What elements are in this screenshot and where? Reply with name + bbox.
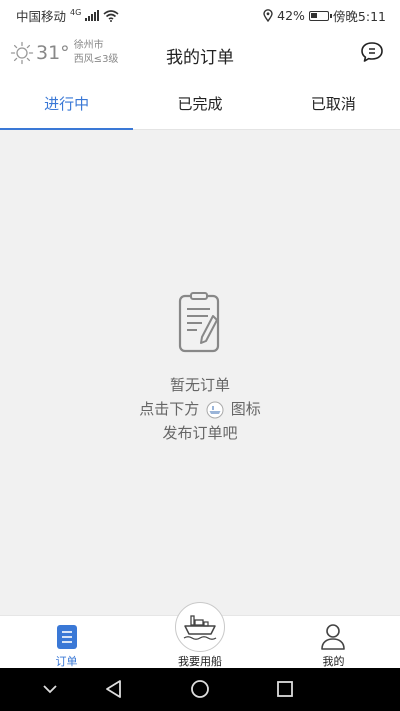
- hire-ship-button[interactable]: [175, 602, 225, 652]
- order-list-icon: [57, 625, 77, 649]
- user-icon: [321, 624, 345, 650]
- wifi-icon: [103, 9, 119, 22]
- chevron-down-icon[interactable]: [42, 683, 58, 695]
- back-triangle-icon[interactable]: [104, 679, 124, 699]
- nav-orders-label: 订单: [55, 655, 78, 668]
- battery-percent: 42%: [277, 8, 305, 23]
- empty-line-2-before: 点击下方: [139, 400, 200, 418]
- recents-square-icon[interactable]: [276, 680, 294, 698]
- empty-line-2: 点击下方 图标: [0, 397, 400, 421]
- nav-hire-ship-label: 我要用船: [178, 655, 222, 668]
- clock: 傍晚5:11: [332, 9, 386, 24]
- tab-completed[interactable]: 已完成: [133, 82, 266, 129]
- empty-message: 暂无订单 点击下方 图标 发布订单吧: [0, 373, 400, 445]
- system-navigation-bar: [0, 668, 400, 711]
- ship-icon: [183, 615, 217, 640]
- nav-orders[interactable]: 订单: [0, 616, 133, 669]
- chat-bubble-icon: [361, 42, 383, 62]
- nav-hire-ship[interactable]: 我要用船: [133, 602, 267, 669]
- ship-icon: [206, 401, 224, 418]
- empty-line-1: 暂无订单: [169, 376, 230, 394]
- bottom-navigation: 订单 我要用船 我的: [0, 602, 400, 669]
- order-status-tabs: 进行中 已完成 已取消: [0, 82, 400, 130]
- empty-line-2-after: 图标: [230, 400, 261, 418]
- empty-line-3: 发布订单吧: [162, 424, 238, 442]
- battery-icon: [308, 10, 332, 21]
- page-title: 我的订单: [166, 48, 234, 68]
- status-left: 中国移动 4G: [16, 6, 119, 25]
- carrier-name: 中国移动: [16, 9, 67, 24]
- tab-cancelled[interactable]: 已取消: [267, 82, 400, 129]
- signal-icon: [85, 10, 100, 21]
- nav-profile[interactable]: 我的: [267, 616, 400, 669]
- status-bar: 中国移动 4G 42% 傍晚5:11: [0, 0, 400, 27]
- app-header: 31° 徐州市 西风≤3级 我的订单: [0, 27, 400, 82]
- network-type: 4G: [70, 8, 82, 17]
- tab-in-progress[interactable]: 进行中: [0, 82, 134, 130]
- home-circle-icon[interactable]: [190, 679, 210, 699]
- location-icon: [263, 9, 273, 22]
- status-right: 42% 傍晚5:11: [263, 6, 386, 25]
- nav-profile-label: 我的: [322, 655, 345, 668]
- message-button[interactable]: [360, 41, 384, 67]
- empty-state: 暂无订单 点击下方 图标 发布订单吧: [0, 130, 400, 615]
- clipboard-edit-icon: [178, 292, 220, 353]
